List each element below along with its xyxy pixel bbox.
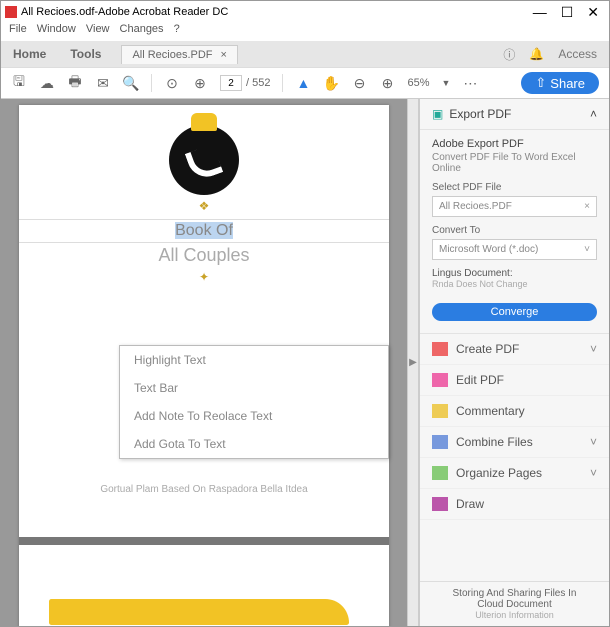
tool-label: Draw	[456, 497, 484, 511]
convert-to-label: Convert To	[432, 225, 597, 236]
tool-draw[interactable]: Draw	[420, 489, 609, 520]
tab-document[interactable]: All Recioes.PDF ×	[121, 45, 238, 64]
footer-line3[interactable]: Ulterion Information	[430, 610, 599, 620]
pdf-page: ❖ Book Of All Couples ✦ Highlight Text T…	[19, 105, 389, 626]
page-total: / 552	[246, 77, 270, 89]
page-number-input[interactable]	[220, 75, 242, 91]
more-icon[interactable]: ⋯	[462, 75, 478, 91]
print-icon[interactable]: 🖶	[67, 75, 83, 91]
convert-to-field[interactable]: Microsoft Word (*.doc) ˅	[432, 239, 597, 260]
chevron-up-icon[interactable]: ˄	[590, 107, 597, 121]
tool-edit-pdf[interactable]: Edit PDF	[420, 365, 609, 396]
book-title[interactable]: Book Of	[19, 219, 389, 243]
zoom-in-icon[interactable]: ⊕	[379, 75, 395, 91]
bell-icon[interactable]: 🔔	[529, 47, 544, 61]
zoom-out-icon[interactable]: ⊖	[351, 75, 367, 91]
convert-button[interactable]: Converge	[432, 303, 597, 321]
close-button[interactable]: ✕	[587, 4, 599, 21]
panel-collapse-handle[interactable]: ▶	[407, 99, 419, 626]
adobe-export-title: Adobe Export PDF	[432, 138, 597, 150]
chevron-down-icon: ˅	[590, 342, 597, 356]
save-icon[interactable]: 🖫	[11, 75, 27, 91]
create-pdf-icon	[432, 342, 448, 356]
page-footer-text: Gortual Plam Based On Raspadora Bella It…	[19, 484, 389, 495]
export-pdf-header[interactable]: Export PDF	[449, 107, 511, 121]
share-label: Share	[550, 76, 585, 91]
export-pdf-icon: ▣	[432, 107, 443, 121]
tab-close-icon[interactable]: ×	[221, 49, 227, 61]
context-menu: Highlight Text Text Bar Add Note To Reol…	[119, 345, 389, 459]
book-logo	[169, 125, 239, 195]
page-divider	[19, 537, 389, 545]
select-pdf-label: Select PDF File	[432, 182, 597, 193]
comment-icon	[432, 404, 448, 418]
lingus-label: Lingus Document:	[432, 268, 597, 279]
ctx-textbar[interactable]: Text Bar	[120, 374, 388, 402]
ornament-icon: ✦	[19, 270, 389, 284]
chevron-down-icon: ˅	[590, 435, 597, 449]
share-icon: ⇧	[535, 75, 546, 91]
access-link[interactable]: Access	[558, 47, 597, 61]
menu-window[interactable]: Window	[37, 23, 76, 41]
separator	[151, 74, 152, 92]
help-icon[interactable]: ⓘ	[503, 46, 515, 63]
footer-line1: Storing And Sharing Files In	[430, 588, 599, 599]
book-subtitle: All Couples	[19, 245, 389, 266]
convert-to-value: Microsoft Word (*.doc)	[439, 244, 538, 255]
tool-commentary[interactable]: Commentary	[420, 396, 609, 427]
maximize-button[interactable]: ☐	[561, 4, 574, 21]
search-icon[interactable]: 🔍	[123, 75, 139, 91]
tab-document-label: All Recioes.PDF	[132, 49, 212, 61]
chevron-down-icon: ˅	[590, 466, 597, 480]
tab-home[interactable]: Home	[1, 47, 58, 61]
knife-graphic	[49, 599, 349, 625]
window-title: All Recioes.odf-Adobe Acrobat Reader DC	[21, 6, 228, 18]
share-button[interactable]: ⇧ Share	[521, 72, 599, 94]
tool-create-pdf[interactable]: Create PDF ˅	[420, 334, 609, 365]
tool-label: Create PDF	[456, 342, 519, 356]
mail-icon[interactable]: ✉	[95, 75, 111, 91]
separator	[282, 74, 283, 92]
tool-label: Commentary	[456, 404, 525, 418]
draw-icon	[432, 497, 448, 511]
menu-view[interactable]: View	[86, 23, 110, 41]
page-down-icon[interactable]: ⊕	[192, 75, 208, 91]
page-up-icon[interactable]: ⊙	[164, 75, 180, 91]
chevron-down-icon[interactable]: ˅	[584, 244, 590, 255]
pdf-app-icon	[5, 6, 17, 18]
adobe-export-sub: Convert PDF File To Word Excel Online	[432, 152, 597, 174]
selected-text: Book Of	[175, 222, 233, 239]
organize-icon	[432, 466, 448, 480]
menu-changes[interactable]: Changes	[120, 23, 164, 41]
edit-pdf-icon	[432, 373, 448, 387]
tool-organize[interactable]: Organize Pages ˅	[420, 458, 609, 489]
footer-line2: Cloud Document	[430, 599, 599, 610]
tool-label: Combine Files	[456, 435, 533, 449]
lingus-sub: Rnda Does Not Change	[432, 279, 597, 289]
ctx-addnote[interactable]: Add Note To Reolace Text	[120, 402, 388, 430]
tool-label: Edit PDF	[456, 373, 504, 387]
menu-file[interactable]: File	[9, 23, 27, 41]
select-pdf-field[interactable]: All Recioes.PDF ×	[432, 196, 597, 217]
cloud-icon[interactable]: ☁	[39, 75, 55, 91]
hand-icon[interactable]: ✋	[323, 75, 339, 91]
clear-icon[interactable]: ×	[584, 201, 590, 212]
document-area[interactable]: ❖ Book Of All Couples ✦ Highlight Text T…	[1, 99, 407, 626]
tab-tools[interactable]: Tools	[58, 47, 113, 61]
combine-icon	[432, 435, 448, 449]
tool-label: Organize Pages	[456, 466, 542, 480]
menu-help[interactable]: ?	[174, 23, 180, 41]
zoom-level[interactable]: 65%	[407, 77, 429, 89]
tool-combine[interactable]: Combine Files ˅	[420, 427, 609, 458]
pointer-icon[interactable]: ▲	[295, 75, 311, 91]
ctx-addgota[interactable]: Add Gota To Text	[120, 430, 388, 458]
zoom-dropdown-icon[interactable]: ▼	[442, 78, 451, 88]
minimize-button[interactable]: —	[533, 4, 547, 21]
ornament-icon: ❖	[19, 199, 389, 213]
select-pdf-value: All Recioes.PDF	[439, 201, 512, 212]
ctx-highlight[interactable]: Highlight Text	[120, 346, 388, 374]
right-panel: ▣ Export PDF ˄ Adobe Export PDF Convert …	[419, 99, 609, 626]
